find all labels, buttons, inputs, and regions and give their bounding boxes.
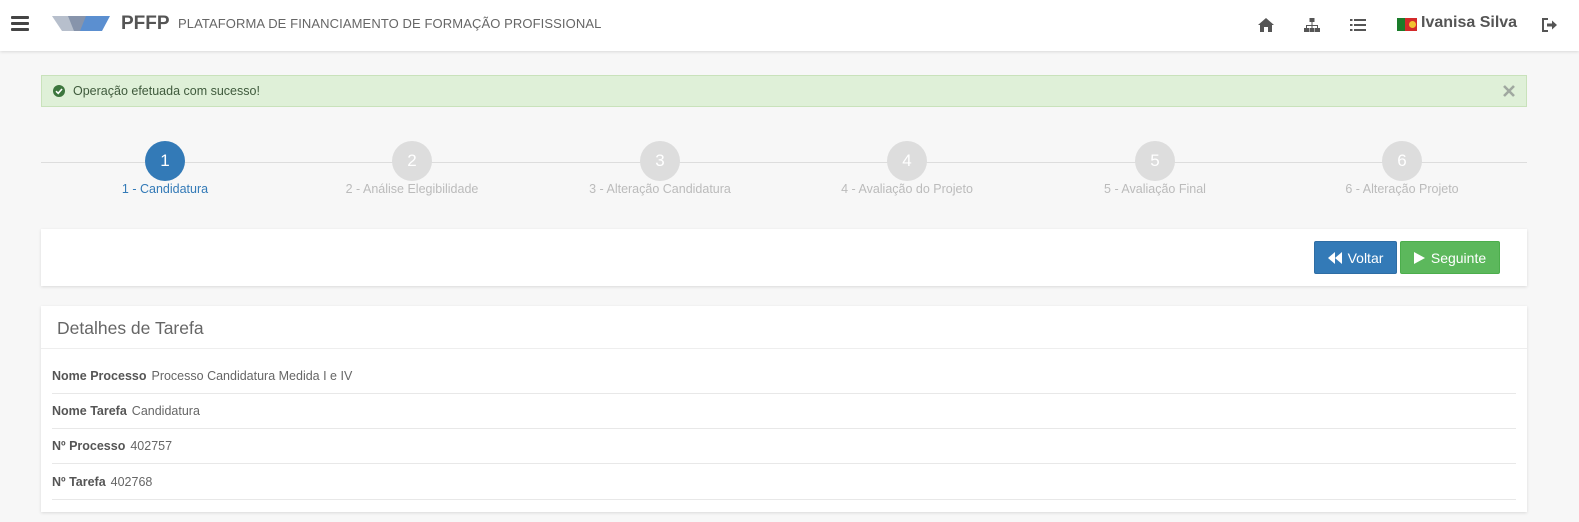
step-number: 5 (1135, 141, 1175, 181)
backward-icon (1327, 251, 1342, 264)
step-number: 4 (887, 141, 927, 181)
next-button-label: Seguinte (1430, 249, 1487, 266)
detail-value: Candidatura (131, 404, 200, 418)
detail-value: 402757 (130, 439, 173, 453)
step-number: 3 (640, 141, 680, 181)
detail-value: 402768 (110, 475, 153, 489)
step-number: 2 (392, 141, 432, 181)
step-label: 3 - Alteração Candidatura (589, 182, 731, 196)
step-label: 5 - Avaliação Final (1104, 182, 1206, 196)
step-label: 2 - Análise Elegibilidade (345, 182, 479, 196)
pffp-logo-icon[interactable] (52, 15, 110, 32)
step-3[interactable]: 3 3 - Alteração Candidatura (540, 141, 780, 196)
user-name[interactable]: Ivanisa Silva (1421, 14, 1517, 32)
detail-row: Nº Processo 402757 (52, 429, 1516, 464)
action-panel: Voltar Seguinte (41, 229, 1527, 286)
back-button-label: Voltar (1347, 249, 1384, 266)
detail-value: Processo Candidatura Medida I e IV (151, 369, 353, 383)
top-navbar: PFFP PLATAFORMA DE FINANCIAMENTO DE FORM… (0, 0, 1579, 51)
step-1[interactable]: 1 1 - Candidatura (45, 141, 285, 196)
step-2[interactable]: 2 2 - Análise Elegibilidade (292, 141, 532, 196)
step-label: 4 - Avaliação do Projeto (841, 182, 973, 196)
sign-out-icon[interactable] (1541, 17, 1559, 33)
step-number: 1 (145, 141, 185, 181)
detail-label: Nº Processo (52, 439, 126, 453)
step-4[interactable]: 4 4 - Avaliação do Projeto (787, 141, 1027, 196)
portugal-flag-icon (1397, 18, 1417, 31)
step-number: 6 (1382, 141, 1422, 181)
detail-label: Nome Tarefa (52, 404, 127, 418)
brand-name[interactable]: PFFP (121, 13, 170, 35)
step-5[interactable]: 5 5 - Avaliação Final (1035, 141, 1275, 196)
list-icon[interactable] (1349, 16, 1367, 34)
step-label: 1 - Candidatura (121, 182, 209, 196)
detail-row: Nº Tarefa 402768 (52, 465, 1516, 500)
next-button[interactable]: Seguinte (1400, 241, 1500, 274)
home-icon[interactable] (1257, 16, 1275, 34)
task-details-panel: Detalhes de Tarefa Nome Processo Processo… (41, 306, 1527, 512)
play-icon (1413, 251, 1425, 264)
divider (41, 348, 1527, 349)
menu-toggle-icon[interactable] (11, 16, 29, 31)
panel-title: Detalhes de Tarefa (57, 318, 204, 338)
detail-label: Nº Tarefa (52, 475, 106, 489)
detail-row: Nome Processo Processo Candidatura Medida… (52, 359, 1516, 394)
brand-subtitle: PLATAFORMA DE FINANCIAMENTO DE FORMAÇÃO … (178, 16, 602, 31)
step-label: 6 - Alteração Projeto (1345, 182, 1459, 196)
check-circle-icon (53, 85, 65, 97)
detail-row: Nome Tarefa Candidatura (52, 394, 1516, 429)
detail-label: Nome Processo (52, 369, 147, 383)
close-icon[interactable] (1502, 84, 1516, 98)
sitemap-icon[interactable] (1303, 16, 1321, 34)
step-6[interactable]: 6 6 - Alteração Projeto (1282, 141, 1522, 196)
back-button[interactable]: Voltar (1314, 241, 1397, 274)
success-alert: Operação efetuada com sucesso! (41, 75, 1527, 107)
alert-message: Operação efetuada com sucesso! (73, 84, 260, 98)
